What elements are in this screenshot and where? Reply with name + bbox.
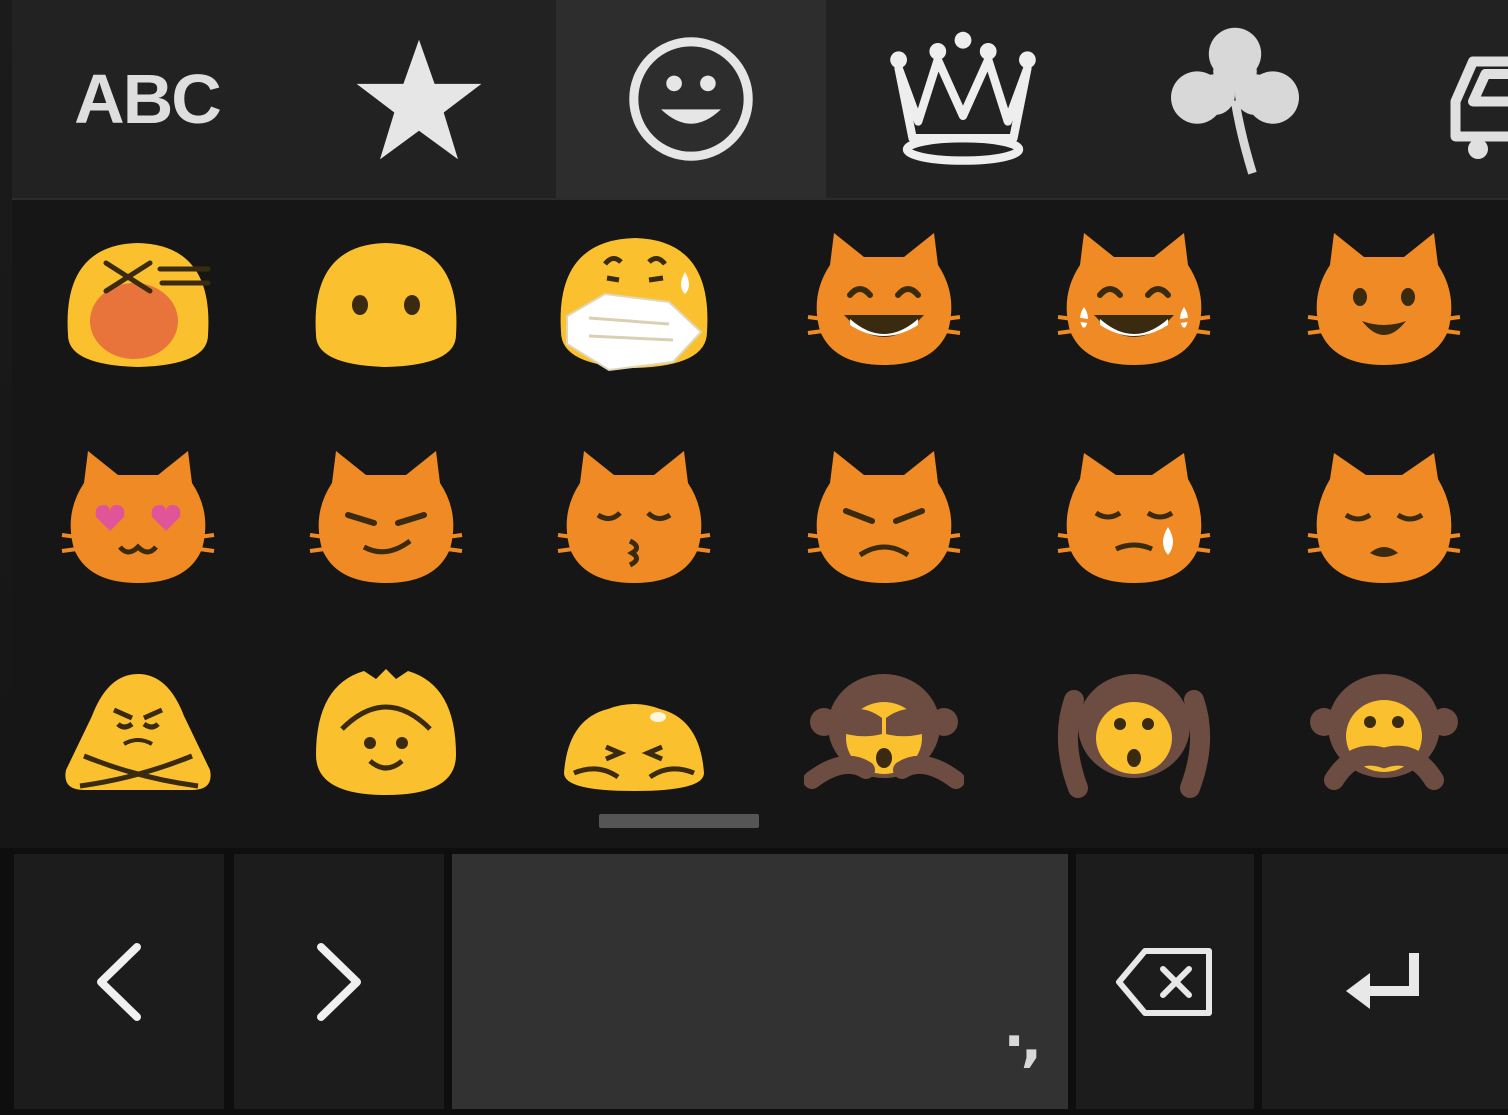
smirking-cat-icon <box>309 451 463 583</box>
emoji-keyboard: ABC ·, <box>0 0 1508 1115</box>
next-page-key[interactable] <box>234 854 444 1109</box>
crown-icon <box>890 31 1036 165</box>
face-without-mouth-icon <box>315 243 457 367</box>
space-key[interactable]: ·, <box>452 854 1068 1109</box>
emoji-face-with-medical-mask[interactable] <box>514 200 754 400</box>
hear-no-evil-monkey-icon <box>1057 674 1211 798</box>
smiling-cat-icon <box>1307 233 1461 365</box>
emoji-bowing-person[interactable] <box>514 630 754 830</box>
emoji-grid <box>12 200 1508 846</box>
scroll-indicator <box>599 814 759 828</box>
tab-abc-label: ABC <box>74 60 222 138</box>
backspace-icon <box>1116 947 1212 1016</box>
shamrock-icon <box>1171 27 1299 175</box>
chevron-left-icon <box>97 942 141 1021</box>
enter-icon <box>1346 952 1419 1009</box>
category-tab-bar: ABC <box>12 0 1508 200</box>
emoji-smirking-cat-face[interactable] <box>266 418 506 618</box>
emoji-heart-eyes-cat[interactable] <box>18 418 258 618</box>
ok-gesture-icon <box>316 669 456 795</box>
weary-cat-icon <box>1307 453 1461 583</box>
tired-face-icon <box>67 243 211 367</box>
tab-abc[interactable]: ABC <box>12 0 282 198</box>
emoji-cat-face-tears-of-joy[interactable] <box>1014 200 1254 400</box>
emoji-speak-no-evil-monkey[interactable] <box>1264 630 1504 830</box>
enter-key[interactable] <box>1262 854 1508 1109</box>
emoji-weary-cat-face[interactable] <box>1264 418 1504 618</box>
emoji-ok-gesture[interactable] <box>266 630 506 830</box>
bottom-key-row: ·, <box>0 848 1508 1115</box>
star-icon <box>356 39 482 159</box>
no-good-gesture-icon <box>65 674 211 790</box>
tab-objects[interactable] <box>828 0 1098 198</box>
emoji-kissing-cat-face[interactable] <box>514 418 754 618</box>
tab-smileys[interactable] <box>556 0 826 198</box>
tab-recent[interactable] <box>284 0 554 198</box>
emoji-crying-cat-face[interactable] <box>1014 418 1254 618</box>
tab-nature[interactable] <box>1100 0 1370 198</box>
tab-places[interactable] <box>1372 0 1508 198</box>
smiley-icon <box>629 37 753 161</box>
emoji-hear-no-evil-monkey[interactable] <box>1014 630 1254 830</box>
emoji-tired-face[interactable] <box>18 200 258 400</box>
speak-no-evil-monkey-icon <box>1310 674 1458 790</box>
emoji-grinning-cat-face[interactable] <box>764 200 1004 400</box>
grinning-cat-icon <box>807 233 961 365</box>
tears-of-joy-cat-icon <box>1057 233 1211 365</box>
emoji-no-good-gesture[interactable] <box>18 630 258 830</box>
punctuation-hint: ·, <box>1003 1009 1041 1074</box>
emoji-see-no-evil-monkey[interactable] <box>764 630 1004 830</box>
medical-mask-face-icon <box>560 238 708 372</box>
crying-cat-icon <box>1057 453 1211 583</box>
bowing-person-icon <box>564 704 704 791</box>
backspace-key[interactable] <box>1076 854 1254 1109</box>
kissing-cat-icon <box>557 451 711 583</box>
emoji-face-without-mouth[interactable] <box>266 200 506 400</box>
heart-eyes-cat-icon <box>61 451 215 583</box>
pouting-cat-icon <box>807 451 961 583</box>
car-icon <box>1450 56 1508 159</box>
prev-page-key[interactable] <box>14 854 224 1109</box>
emoji-smiling-cat-face-open-mouth[interactable] <box>1264 200 1504 400</box>
emoji-pouting-cat-face[interactable] <box>764 418 1004 618</box>
chevron-right-icon <box>317 942 361 1021</box>
see-no-evil-monkey-icon <box>804 674 964 789</box>
